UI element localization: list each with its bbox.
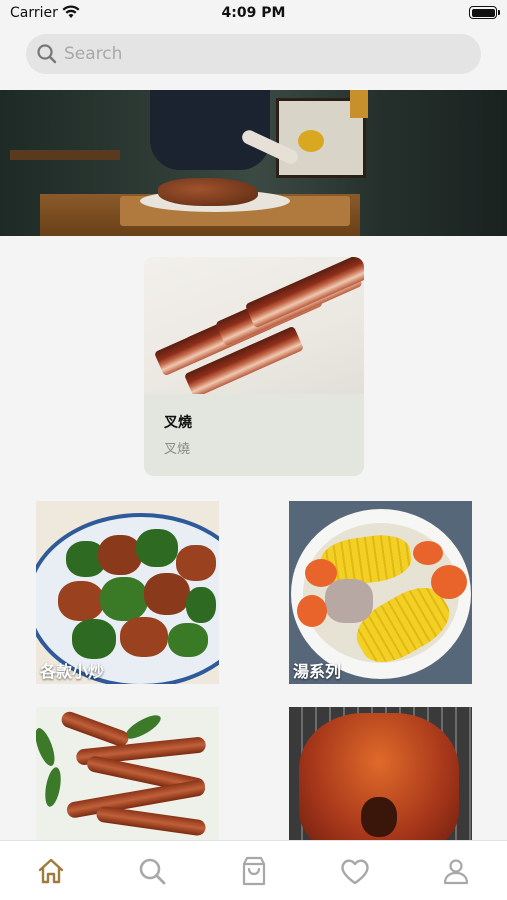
heart-icon — [341, 859, 369, 885]
tab-profile[interactable] — [439, 854, 473, 888]
shopping-bag-icon — [242, 856, 266, 886]
tab-search[interactable] — [135, 854, 169, 888]
clock: 4:09 PM — [221, 5, 286, 21]
tab-home[interactable] — [34, 854, 68, 888]
category-tile-roast-duck[interactable] — [289, 707, 472, 840]
search-icon — [37, 44, 57, 64]
tab-bar — [0, 840, 507, 900]
search-bar[interactable] — [26, 34, 481, 74]
search-icon — [139, 858, 166, 885]
profile-icon — [443, 859, 469, 885]
status-bar: Carrier 4:09 PM — [0, 0, 507, 28]
category-tile-stir-fry[interactable]: 各款小炒 — [36, 501, 219, 684]
featured-item-image — [144, 257, 364, 394]
tab-cart[interactable] — [237, 854, 271, 888]
featured-item-card[interactable]: 叉燒 叉燒 — [144, 257, 364, 476]
category-tile-octopus[interactable] — [36, 707, 219, 840]
category-label: 各款小炒 — [40, 662, 105, 681]
home-icon — [38, 858, 64, 884]
battery-icon — [469, 6, 500, 19]
hero-banner-image — [0, 90, 507, 236]
category-tile-soup[interactable]: 湯系列 — [289, 501, 472, 684]
search-input[interactable] — [64, 34, 464, 74]
featured-item-subtitle: 叉燒 — [164, 442, 191, 457]
featured-item-title: 叉燒 — [164, 415, 192, 431]
category-label: 湯系列 — [293, 662, 342, 681]
tab-favorites[interactable] — [338, 854, 372, 888]
